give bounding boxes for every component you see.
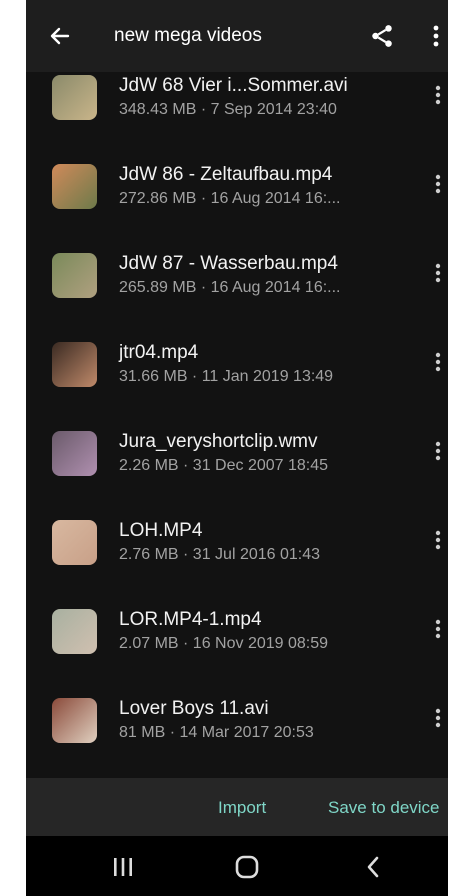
file-options-button[interactable] (430, 527, 446, 553)
file-meta: 2.76 MB · 31 Jul 2016 01:43 (119, 546, 321, 563)
file-meta: 265.89 MB · 16 Aug 2014 16:... (119, 279, 341, 296)
chevron-left-icon (367, 856, 379, 878)
more-vertical-icon (435, 352, 441, 372)
file-options-button[interactable] (430, 171, 446, 197)
file-meta: 348.43 MB · 7 Sep 2014 23:40 (119, 101, 337, 118)
share-icon (372, 25, 392, 47)
file-meta: 31.66 MB · 11 Jan 2019 13:49 (119, 368, 334, 385)
video-thumbnail (52, 431, 97, 476)
more-vertical-icon (433, 25, 439, 47)
file-options-button[interactable] (430, 82, 446, 108)
file-options-button[interactable] (430, 260, 446, 286)
video-thumbnail (52, 520, 97, 565)
file-row[interactable]: jtr04.mp4 31.66 MB · 11 Jan 2019 13:49 (26, 339, 448, 428)
file-list[interactable]: JdW 68 Vier i...Sommer.avi 348.43 MB · 7 … (26, 72, 448, 778)
import-button[interactable]: Import (218, 798, 266, 818)
file-name: Lover Boys 11.avi (119, 698, 269, 719)
video-thumbnail (52, 609, 97, 654)
app-screen: new mega videos JdW 68 Vier i...Sommer.a… (26, 0, 448, 896)
page-title: new mega videos (114, 25, 262, 46)
more-vertical-icon (435, 530, 441, 550)
file-row[interactable]: JdW 87 - Wasserbau.mp4 265.89 MB · 16 Aug… (26, 250, 448, 339)
file-name: LOR.MP4-1.mp4 (119, 609, 262, 630)
more-vertical-icon (435, 85, 441, 105)
home-icon (235, 855, 259, 879)
video-thumbnail (52, 164, 97, 209)
home-button[interactable] (232, 852, 262, 882)
file-row[interactable]: Lover Boys 11.avi 81 MB · 14 Mar 2017 20:… (26, 695, 448, 778)
more-vertical-icon (435, 174, 441, 194)
file-row[interactable]: LOR.MP4-1.mp4 2.07 MB · 16 Nov 2019 08:59 (26, 606, 448, 695)
recents-icon (114, 858, 132, 876)
file-name: Jura_veryshortclip.wmv (119, 431, 318, 452)
recents-button[interactable] (108, 852, 138, 882)
file-name: LOH.MP4 (119, 520, 203, 541)
arrow-left-icon (50, 27, 70, 45)
video-thumbnail (52, 698, 97, 743)
save-to-device-button[interactable]: Save to device (328, 798, 440, 818)
file-meta: 2.07 MB · 16 Nov 2019 08:59 (119, 635, 329, 652)
file-name: JdW 86 - Zeltaufbau.mp4 (119, 164, 333, 185)
share-button[interactable] (366, 20, 398, 52)
file-row[interactable]: JdW 68 Vier i...Sommer.avi 348.43 MB · 7 … (26, 72, 448, 161)
app-bar: new mega videos (26, 0, 448, 72)
file-meta: 2.26 MB · 31 Dec 2007 18:45 (119, 457, 329, 474)
file-options-button[interactable] (430, 705, 446, 731)
system-navigation-bar (26, 836, 448, 896)
more-vertical-icon (435, 708, 441, 728)
file-options-button[interactable] (430, 616, 446, 642)
more-vertical-icon (435, 441, 441, 461)
file-meta: 272.86 MB · 16 Aug 2014 16:... (119, 190, 341, 207)
file-row[interactable]: Jura_veryshortclip.wmv 2.26 MB · 31 Dec 2… (26, 428, 448, 517)
overflow-menu-button[interactable] (426, 20, 446, 52)
file-options-button[interactable] (430, 438, 446, 464)
system-back-button[interactable] (358, 852, 388, 882)
file-row[interactable]: LOH.MP4 2.76 MB · 31 Jul 2016 01:43 (26, 517, 448, 606)
file-meta: 81 MB · 14 Mar 2017 20:53 (119, 724, 314, 741)
video-thumbnail (52, 253, 97, 298)
bottom-action-bar: Import Save to device (26, 778, 448, 836)
more-vertical-icon (435, 619, 441, 639)
file-name: JdW 87 - Wasserbau.mp4 (119, 253, 338, 274)
back-button[interactable] (44, 20, 76, 52)
file-row[interactable]: JdW 86 - Zeltaufbau.mp4 272.86 MB · 16 Au… (26, 161, 448, 250)
video-thumbnail (52, 342, 97, 387)
video-thumbnail (52, 75, 97, 120)
file-name: JdW 68 Vier i...Sommer.avi (119, 75, 348, 96)
file-options-button[interactable] (430, 349, 446, 375)
more-vertical-icon (435, 263, 441, 283)
file-name: jtr04.mp4 (119, 342, 199, 363)
